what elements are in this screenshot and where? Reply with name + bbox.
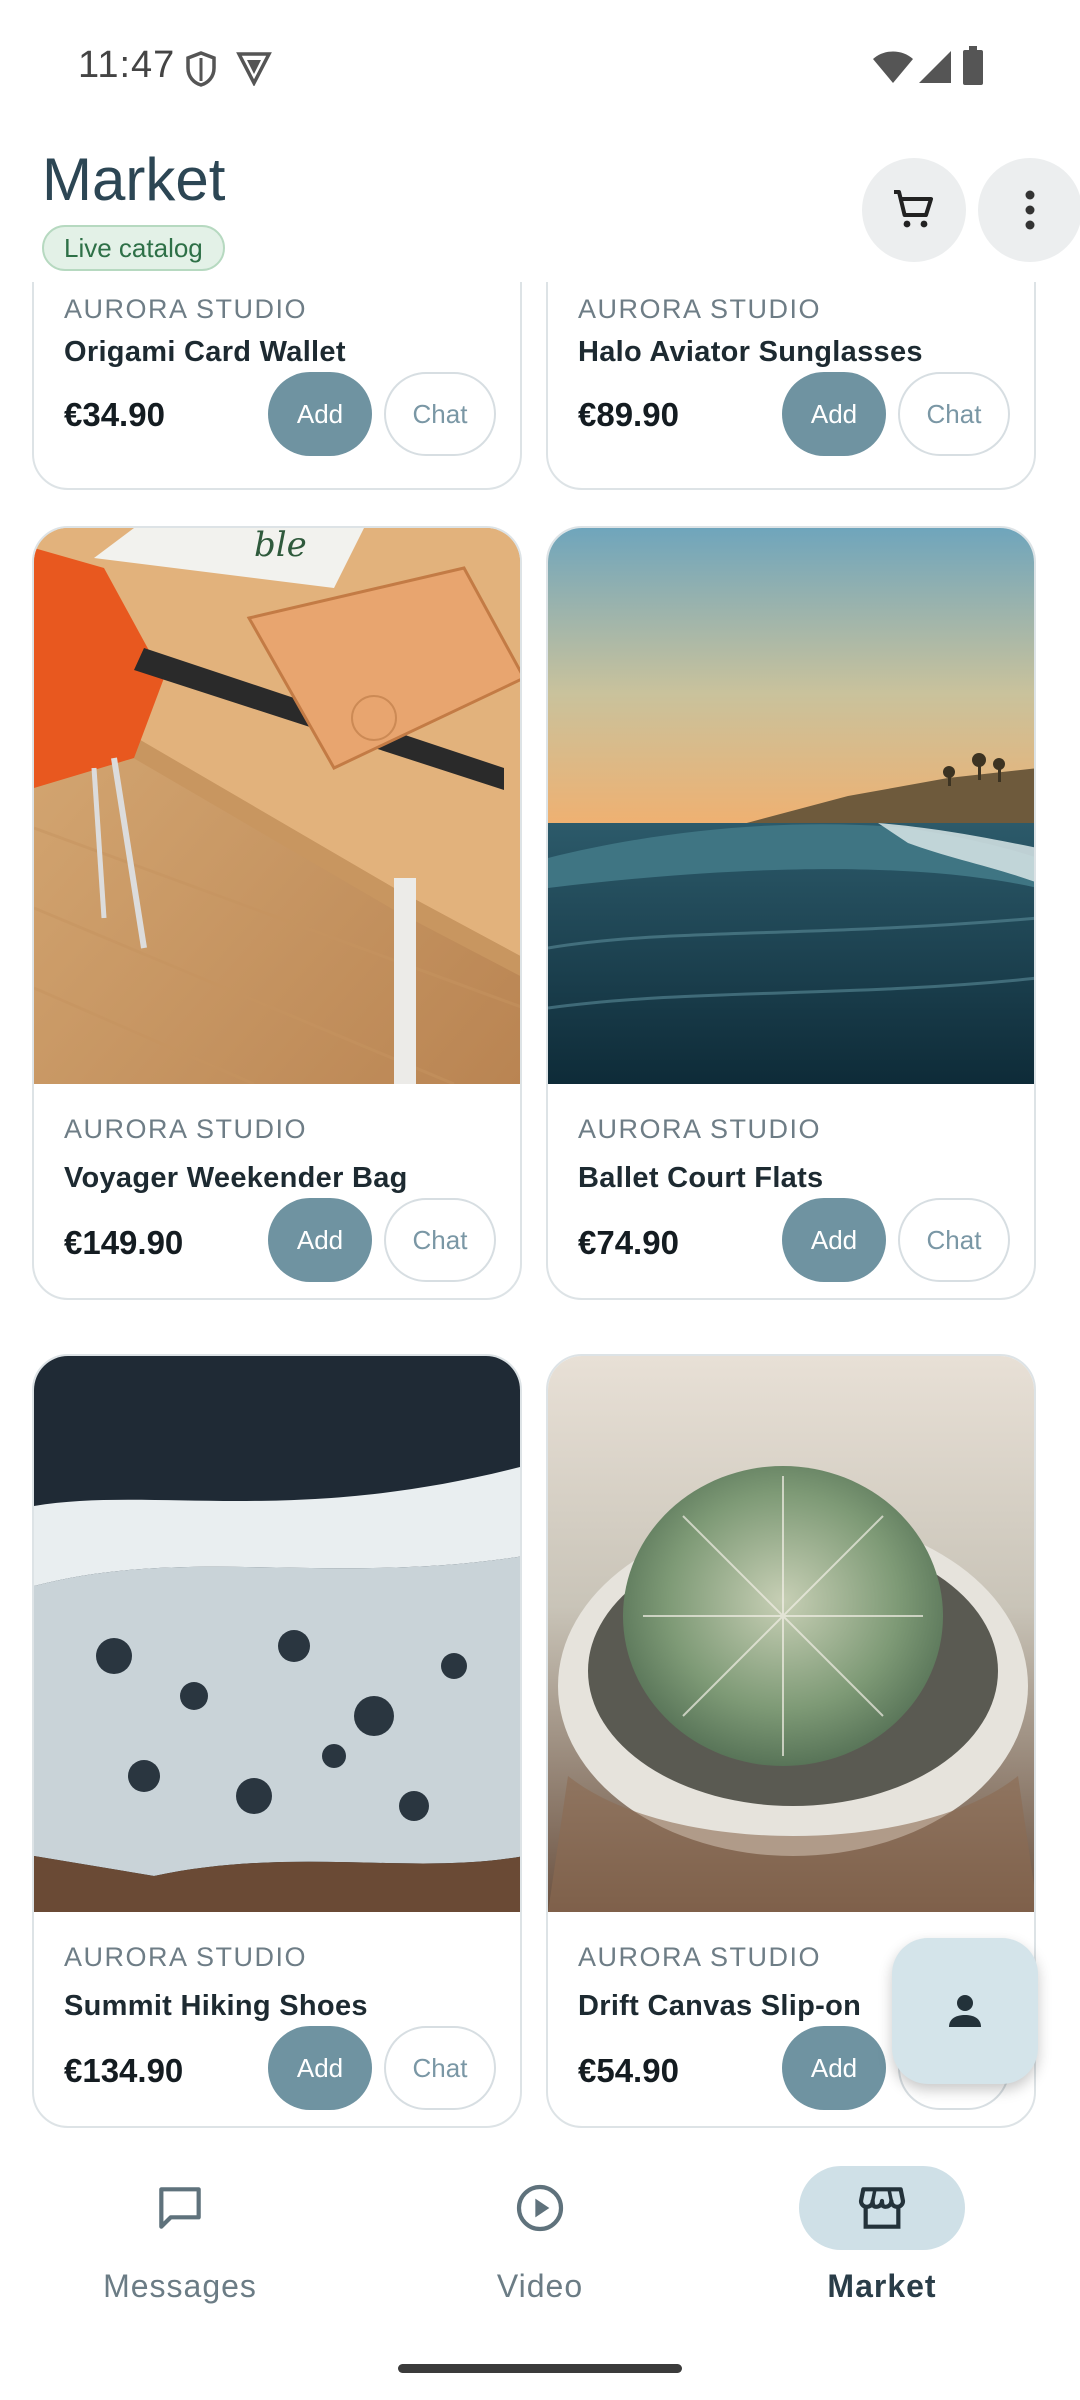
shield-icon: [186, 51, 216, 87]
status-time: 11:47: [78, 44, 176, 86]
product-price: €74.90: [578, 1224, 679, 1261]
add-to-cart-button[interactable]: Add: [268, 372, 372, 456]
chat-button[interactable]: Chat: [898, 1198, 1010, 1282]
product-card[interactable]: AURORA STUDIO Halo Aviator Sunglasses €8…: [546, 282, 1036, 490]
product-photo-sea-foam: [34, 1356, 520, 1912]
nav-item-video[interactable]: Video: [430, 2130, 650, 2330]
cart-button[interactable]: [862, 158, 966, 262]
page-title: Market: [42, 146, 226, 213]
cart-icon: [894, 190, 933, 228]
storefront-icon: [858, 2187, 906, 2229]
nav-item-messages[interactable]: Messages: [70, 2130, 290, 2330]
product-card[interactable]: AURORA STUDIO Ballet Court Flats €74.90 …: [546, 526, 1036, 1300]
nav-icon-wrap: [457, 2166, 623, 2250]
play-circle-icon: [516, 2184, 564, 2232]
product-brand: AURORA STUDIO: [64, 1942, 308, 1972]
product-price: €54.90: [578, 2052, 679, 2089]
more-options-button[interactable]: [978, 158, 1080, 262]
product-name: Voyager Weekender Bag: [64, 1162, 408, 1194]
product-name: Drift Canvas Slip-on: [578, 1990, 862, 2022]
svg-text:ble: ble: [254, 528, 307, 565]
chat-button[interactable]: Chat: [898, 372, 1010, 456]
product-name: Origami Card Wallet: [64, 336, 346, 368]
nav-label: Market: [827, 2268, 937, 2304]
add-to-cart-button[interactable]: Add: [268, 1198, 372, 1282]
status-bar: 11:47: [0, 0, 1080, 130]
product-brand: AURORA STUDIO: [64, 1114, 308, 1144]
cellular-signal-icon: [919, 51, 951, 83]
product-card[interactable]: AURORA STUDIO Summit Hiking Shoes €134.9…: [32, 1354, 522, 2128]
product-brand: AURORA STUDIO: [64, 294, 308, 324]
battery-icon: [963, 46, 983, 85]
chat-button[interactable]: Chat: [384, 1198, 496, 1282]
vpn-icon: [236, 52, 272, 86]
product-grid[interactable]: AURORA STUDIO Origami Card Wallet €34.90…: [0, 282, 1080, 2130]
nav-icon-wrap: [799, 2166, 965, 2250]
product-brand: AURORA STUDIO: [578, 1114, 822, 1144]
product-photo-desk: ble: [34, 528, 520, 1084]
product-card[interactable]: AURORA STUDIO Origami Card Wallet €34.90…: [32, 282, 522, 490]
nav-label: Messages: [103, 2268, 257, 2304]
wifi-icon: [873, 51, 913, 83]
product-price: €149.90: [64, 1224, 184, 1261]
home-indicator[interactable]: [398, 2364, 682, 2373]
product-photo-cactus: [548, 1356, 1034, 1912]
product-brand: AURORA STUDIO: [578, 294, 822, 324]
nav-item-market[interactable]: Market: [772, 2130, 992, 2330]
product-photo-wave: [548, 528, 1034, 1084]
product-price: €134.90: [64, 2052, 184, 2089]
add-to-cart-button[interactable]: Add: [268, 2026, 372, 2110]
product-card[interactable]: ble AURORA STUDIO Voyager Weekender Bag …: [32, 526, 522, 1300]
live-catalog-chip: Live catalog: [42, 225, 225, 271]
chat-bubble-icon: [159, 2187, 201, 2229]
product-name: Halo Aviator Sunglasses: [578, 336, 923, 368]
more-vert-icon: [1025, 190, 1035, 230]
product-price: €34.90: [64, 396, 165, 433]
add-to-cart-button[interactable]: Add: [782, 1198, 886, 1282]
chat-button[interactable]: Chat: [384, 2026, 496, 2110]
bottom-navigation: Messages Video Market: [0, 2130, 1080, 2400]
add-to-cart-button[interactable]: Add: [782, 2026, 886, 2110]
product-brand: AURORA STUDIO: [578, 1942, 822, 1972]
chat-button[interactable]: Chat: [384, 372, 496, 456]
add-to-cart-button[interactable]: Add: [782, 372, 886, 456]
person-icon: [949, 1995, 981, 2027]
product-price: €89.90: [578, 396, 679, 433]
nav-label: Video: [496, 2268, 584, 2304]
profile-fab[interactable]: [892, 1938, 1038, 2084]
product-name: Summit Hiking Shoes: [64, 1990, 368, 2022]
product-name: Ballet Court Flats: [578, 1162, 824, 1194]
nav-icon-wrap: [97, 2166, 263, 2250]
